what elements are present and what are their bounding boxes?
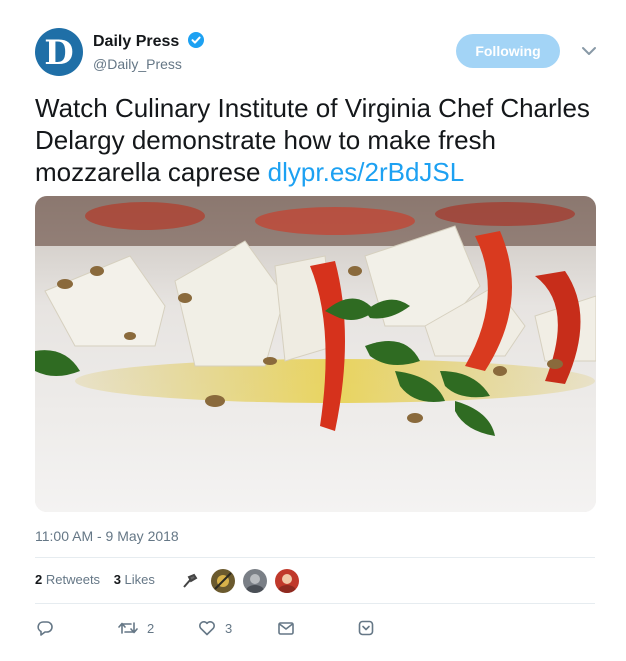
divider: [35, 557, 595, 558]
tweet-text: Watch Culinary Institute of Virginia Che…: [35, 92, 595, 188]
heart-icon: [199, 621, 215, 636]
author-handle[interactable]: @Daily_Press: [93, 56, 182, 72]
chevron-down-icon: [358, 620, 374, 636]
reply-icon: [37, 621, 53, 636]
verified-badge-icon: [187, 32, 204, 48]
like-count: 3: [225, 620, 233, 636]
retweets-stat[interactable]: 2 Retweets: [35, 572, 100, 587]
retweet-button[interactable]: 2: [117, 616, 154, 640]
like-button[interactable]: 3: [197, 616, 232, 640]
liker-avatar[interactable]: [178, 568, 204, 594]
liker-avatars: [178, 568, 306, 594]
liker-avatar[interactable]: [242, 568, 268, 594]
tweet-actions: 2 3: [35, 616, 595, 640]
retweets-count: 2: [35, 572, 43, 587]
retweet-count: 2: [147, 620, 155, 636]
retweet-icon: [118, 622, 138, 634]
tweet-link[interactable]: dlypr.es/2rBdJSL: [268, 157, 465, 187]
author-name-row[interactable]: Daily Press: [93, 32, 204, 51]
caprese-photo-image: [35, 196, 596, 512]
likes-count: 3: [113, 572, 121, 587]
liker-avatar[interactable]: [274, 568, 300, 594]
tweet-stats: 2 Retweets 3 Likes: [35, 572, 165, 587]
avatar[interactable]: D: [35, 28, 83, 76]
author-name[interactable]: Daily Press: [93, 33, 179, 50]
more-options-button[interactable]: [356, 616, 376, 640]
following-button[interactable]: Following: [456, 34, 560, 68]
tweet-header: D Daily Press @Daily_Press Following: [35, 28, 596, 78]
envelope-icon: [278, 622, 294, 635]
liker-avatar[interactable]: [210, 568, 236, 594]
reply-button[interactable]: [35, 616, 55, 640]
chevron-down-icon[interactable]: [580, 42, 598, 60]
likes-label: Likes: [124, 572, 155, 587]
avatar-logo: D: [44, 33, 74, 73]
tweet-photo[interactable]: [35, 196, 596, 512]
likes-stat[interactable]: 3 Likes: [114, 572, 155, 587]
tweet-timestamp[interactable]: 11:00 AM - 9 May 2018: [35, 528, 179, 544]
direct-message-button[interactable]: [276, 616, 296, 640]
retweets-label: Retweets: [45, 572, 101, 587]
divider: [35, 603, 595, 604]
